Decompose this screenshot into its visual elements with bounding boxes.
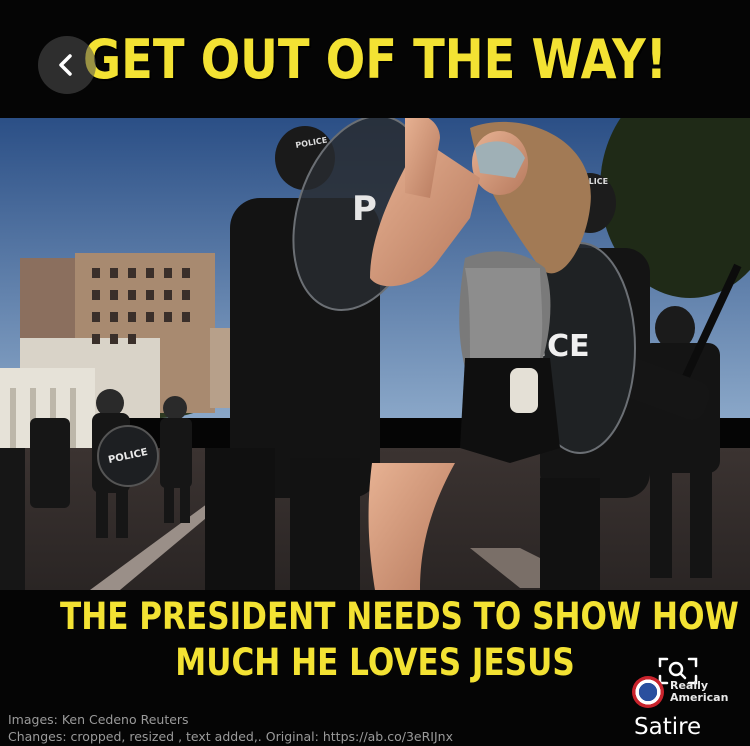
brand-watermark: Really American Satire: [632, 676, 750, 746]
protest-photo: POLICE POLICE POLICE P ICE: [0, 118, 750, 590]
chevron-left-icon: [59, 54, 72, 76]
brand-tag: Satire: [634, 714, 702, 740]
back-button[interactable]: [38, 36, 96, 94]
bottom-caption-line2: MUCH HE LOVES JESUS: [175, 641, 575, 684]
bottom-caption-line1: THE PRESIDENT NEEDS TO SHOW HOW: [60, 595, 739, 638]
image-changes-note: Changes: cropped, resized , text added,.…: [8, 729, 453, 744]
meme-image: GET OUT OF THE WAY! POLICE POLICE POLICE…: [0, 0, 750, 746]
image-credit: Images: Ken Cedeno Reuters: [8, 712, 189, 727]
brand-logo: [632, 676, 664, 708]
shield-letter: P: [352, 189, 377, 229]
brand-name: Really American: [670, 679, 729, 704]
top-caption: GET OUT OF THE WAY!: [83, 27, 667, 91]
